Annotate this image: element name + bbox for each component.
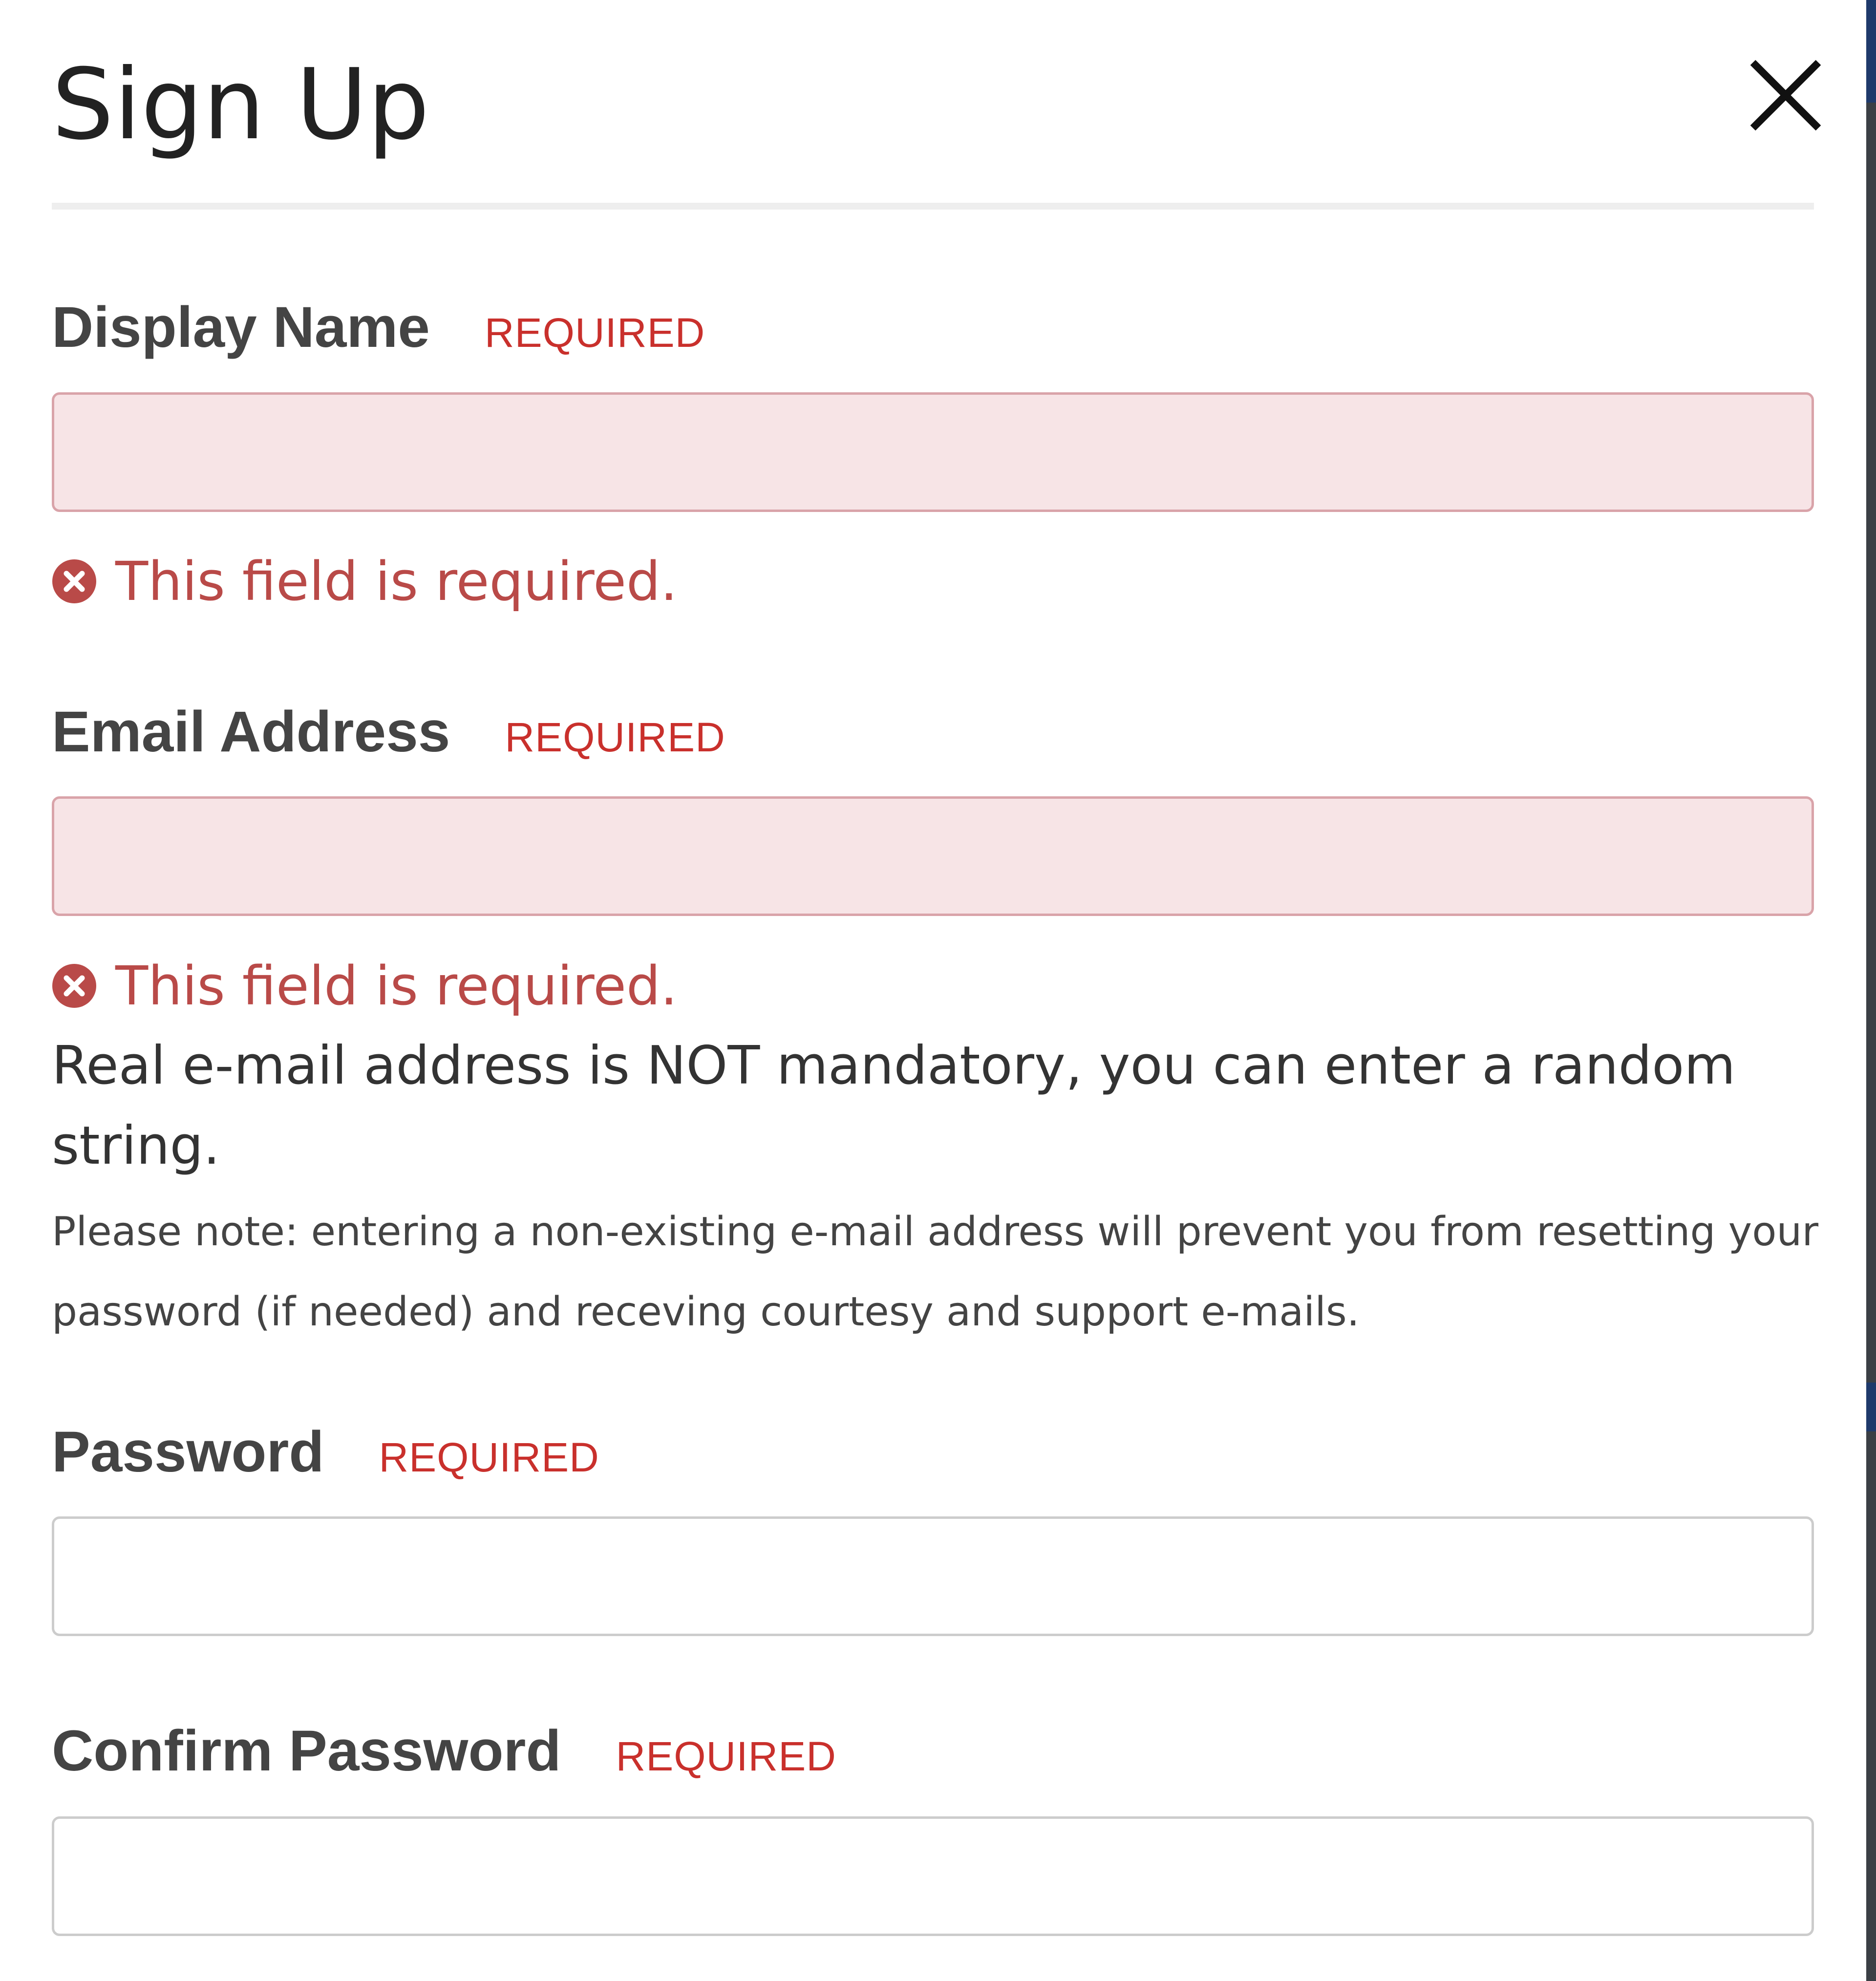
password-label: Password REQUIRED	[52, 1418, 599, 1491]
header-divider	[52, 203, 1814, 210]
error-circle-x-icon	[52, 963, 97, 1008]
required-badge: REQUIRED	[616, 1733, 836, 1779]
background-page-accent	[1866, 1383, 1876, 1431]
email-error-text: This field is required.	[115, 955, 678, 1017]
display-name-input[interactable]	[52, 392, 1814, 512]
email-input[interactable]	[52, 796, 1814, 916]
required-badge: REQUIRED	[379, 1434, 599, 1480]
display-name-label: Display Name REQUIRED	[52, 293, 705, 367]
display-name-error-text: This field is required.	[115, 550, 678, 613]
email-label-text: Email Address	[52, 700, 450, 764]
password-input[interactable]	[52, 1516, 1814, 1636]
email-note-text: Please note: entering a non-existing e-m…	[52, 1209, 1819, 1335]
email-label: Email Address REQUIRED	[52, 698, 725, 771]
close-icon	[1750, 60, 1821, 131]
confirm-password-label: Confirm Password REQUIRED	[52, 1717, 836, 1790]
error-circle-x-icon	[52, 559, 97, 604]
required-badge: REQUIRED	[484, 310, 705, 356]
modal-title: Sign Up	[52, 48, 430, 162]
background-page-edge	[1866, 0, 1876, 1981]
confirm-password-input[interactable]	[52, 1816, 1814, 1936]
confirm-password-label-text: Confirm Password	[52, 1719, 561, 1783]
email-error: This field is required.	[52, 952, 678, 1020]
close-button[interactable]	[1744, 54, 1827, 137]
background-page-accent	[1866, 0, 1876, 103]
email-help-text: Real e-mail address is NOT mandatory, yo…	[52, 1035, 1736, 1176]
password-label-text: Password	[52, 1420, 324, 1484]
required-badge: REQUIRED	[505, 714, 725, 760]
display-name-label-text: Display Name	[52, 295, 430, 360]
display-name-error: This field is required.	[52, 547, 678, 616]
